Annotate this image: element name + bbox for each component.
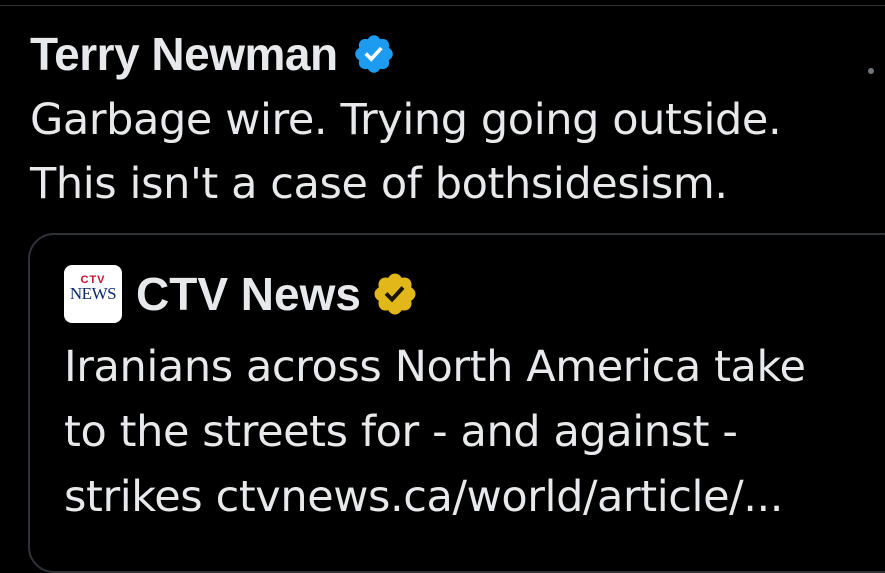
tweet-text: Garbage wire. Trying going outside. This… bbox=[30, 95, 782, 209]
article-link[interactable]: ctvnews.ca/world/article/... bbox=[216, 472, 784, 522]
ctv-news-avatar[interactable]: CTV NEWS bbox=[64, 265, 122, 323]
tweet[interactable]: Terry Newman Garbage wire. Trying going … bbox=[30, 26, 870, 216]
gold-verified-badge-icon bbox=[371, 270, 419, 318]
tweet-author-name[interactable]: Terry Newman bbox=[30, 26, 338, 82]
top-divider bbox=[0, 5, 885, 6]
quote-author-row: CTV NEWS CTV News bbox=[64, 265, 419, 323]
more-options-icon[interactable] bbox=[868, 68, 874, 74]
blue-verified-badge-icon bbox=[352, 32, 396, 76]
quote-text: Iranians across North America take to th… bbox=[64, 335, 884, 530]
ctv-logo-bottom-text: NEWS bbox=[69, 284, 117, 303]
quote-author-name[interactable]: CTV News bbox=[136, 265, 361, 323]
tweet-author-row: Terry Newman bbox=[30, 26, 870, 82]
quoted-tweet-card[interactable]: CTV NEWS CTV News Iranians across North … bbox=[28, 233, 885, 573]
